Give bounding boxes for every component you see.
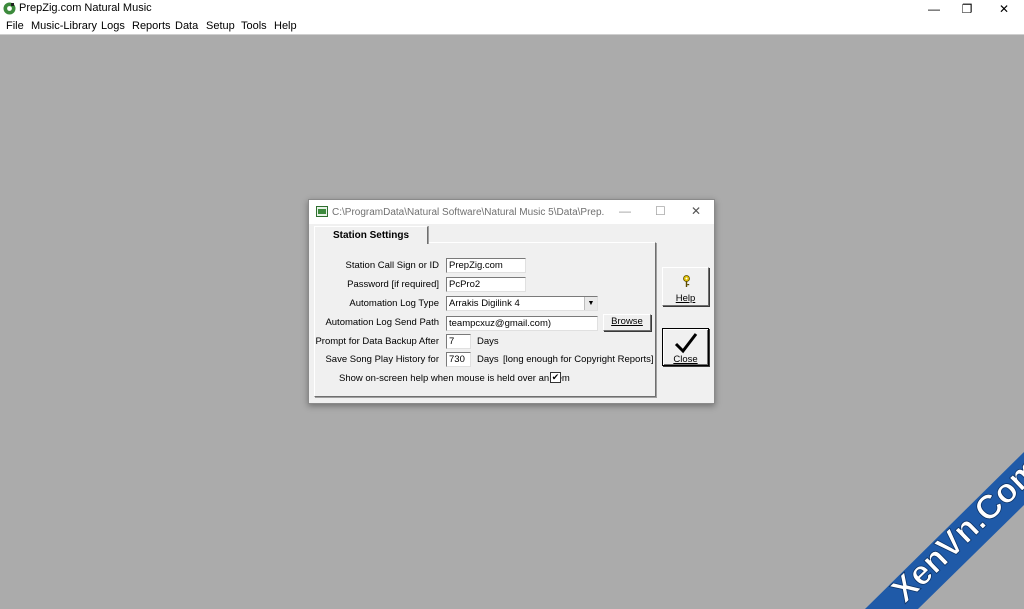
app-titlebar: PrepZig.com Natural Music — ❐ ✕ <box>0 0 1024 18</box>
backup-days-unit: Days <box>477 336 499 347</box>
menu-help[interactable]: Help <box>274 20 297 32</box>
dialog-close-button[interactable]: ✕ <box>691 204 701 218</box>
close-button[interactable]: Close <box>662 328 709 366</box>
password-label: Password [if required] <box>347 279 439 290</box>
tab-station-settings[interactable]: Station Settings <box>314 226 428 244</box>
history-days-unit: Days <box>477 354 499 365</box>
menu-logs[interactable]: Logs <box>101 20 125 32</box>
close-button-label: Close <box>673 354 698 365</box>
checkmark-icon: ✔ <box>551 372 560 382</box>
log-type-select[interactable]: Arrakis Digilink 4 ▼ <box>446 296 598 311</box>
menu-reports[interactable]: Reports <box>132 20 171 32</box>
history-note: [long enough for Copyright Reports] <box>503 354 654 365</box>
restore-button[interactable]: ❐ <box>949 0 985 18</box>
call-sign-input[interactable]: PrepZig.com <box>446 258 526 273</box>
send-path-label: Automation Log Send Path <box>325 317 439 328</box>
browse-button[interactable]: Browse <box>603 314 651 331</box>
log-type-label: Automation Log Type <box>349 298 439 309</box>
help-button[interactable]: Help <box>662 267 709 306</box>
help-tips-label: Show on-screen help when mouse is held o… <box>339 373 570 384</box>
dialog-minimize-button[interactable]: — <box>619 204 631 218</box>
call-sign-label: Station Call Sign or ID <box>345 260 439 271</box>
history-days-input[interactable]: 730 <box>446 352 471 367</box>
backup-days-input[interactable]: 7 <box>446 334 471 349</box>
station-settings-dialog: C:\ProgramData\Natural Software\Natural … <box>308 199 715 404</box>
menu-file[interactable]: File <box>6 20 24 32</box>
close-window-button[interactable]: ✕ <box>986 0 1022 18</box>
checkmark-icon <box>674 333 698 354</box>
send-path-input[interactable]: teampcxuz@gmail.com) <box>446 316 598 331</box>
app-title: PrepZig.com Natural Music <box>19 2 152 14</box>
menu-bar: File Music-Library Logs Reports Data Set… <box>0 18 1024 35</box>
menu-data[interactable]: Data <box>175 20 198 32</box>
password-input[interactable]: PcPro2 <box>446 277 526 292</box>
chevron-down-icon[interactable]: ▼ <box>584 297 597 310</box>
backup-label: Prompt for Data Backup After <box>315 336 439 347</box>
browse-button-label: Browse <box>611 316 643 327</box>
dialog-title: C:\ProgramData\Natural Software\Natural … <box>332 207 604 218</box>
minimize-button[interactable]: — <box>916 0 952 18</box>
dialog-titlebar: C:\ProgramData\Natural Software\Natural … <box>309 200 714 224</box>
menu-tools[interactable]: Tools <box>241 20 267 32</box>
key-icon <box>683 275 690 287</box>
dialog-maximize-button[interactable]: ☐ <box>655 204 666 218</box>
help-button-label: Help <box>675 293 696 304</box>
log-type-value: Arrakis Digilink 4 <box>449 298 520 309</box>
menu-music-library[interactable]: Music-Library <box>31 20 97 32</box>
app-icon <box>3 2 16 15</box>
help-tips-checkbox[interactable]: ✔ <box>550 372 561 383</box>
dialog-app-icon <box>316 206 328 217</box>
menu-setup[interactable]: Setup <box>206 20 235 32</box>
history-label: Save Song Play History for <box>325 354 439 365</box>
